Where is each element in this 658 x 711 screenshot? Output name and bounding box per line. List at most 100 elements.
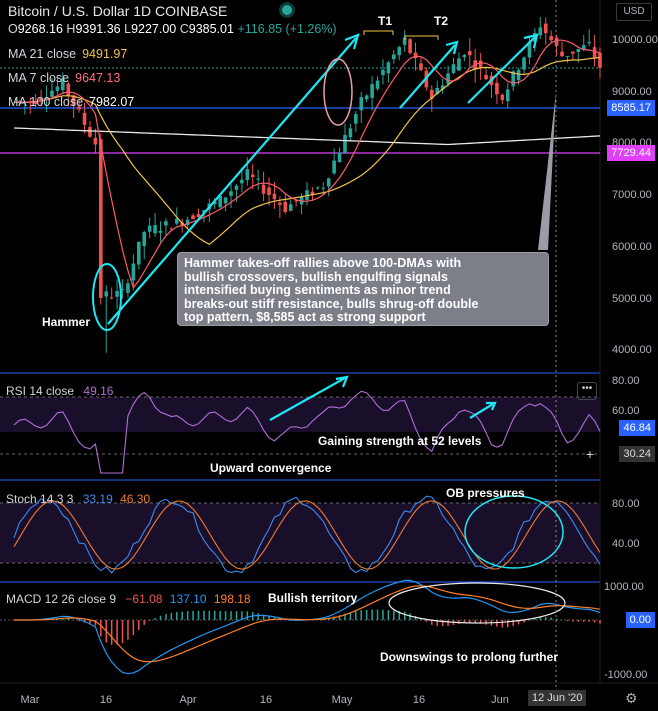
candle-body <box>288 204 293 211</box>
ma100-value: 7982.07 <box>89 95 135 109</box>
candle-body <box>223 197 228 204</box>
ma100-label: MA 100 close <box>8 95 84 109</box>
close-value: 9385.01 <box>188 22 234 36</box>
annotation-line: top pattern, $8,585 act as strong suppor… <box>184 310 426 324</box>
ma21-legend[interactable]: MA 21 close 9491.97 <box>8 47 127 61</box>
candle-body <box>147 225 152 232</box>
price-tick-label: 7000.00 <box>612 189 652 201</box>
candle-body <box>93 137 98 145</box>
candle-body <box>283 201 288 213</box>
upward-label: Upward convergence <box>210 461 332 475</box>
callout-pointer <box>538 92 556 250</box>
candle-body <box>505 89 510 102</box>
arrow-3 <box>467 36 536 104</box>
candle-body <box>55 86 60 91</box>
currency-button[interactable]: USD <box>616 3 652 21</box>
price-tick-label: 6000.00 <box>612 241 652 253</box>
candle-body <box>462 55 467 58</box>
date-tick-label: Jun <box>491 694 509 706</box>
macd-tick-label: 1000.00 <box>604 581 644 593</box>
candle-body <box>560 51 564 57</box>
candle-body <box>104 291 109 297</box>
candle-body <box>397 47 402 56</box>
settings-gear-icon[interactable]: ⚙ <box>625 690 638 707</box>
ma100-legend[interactable]: MA 100 close 7982.07 <box>8 95 134 109</box>
candle-body <box>495 82 499 95</box>
candle-body <box>549 36 553 41</box>
candle-body <box>256 178 260 180</box>
stoch-legend[interactable]: Stoch 14 3 3 33.19 46.30 <box>6 492 150 506</box>
bullish-label: Bullish territory <box>268 591 358 605</box>
ma7-value: 9647.13 <box>75 71 121 85</box>
macd-tick-label: -1000.00 <box>604 669 647 681</box>
candle-body <box>370 84 374 98</box>
candle-body <box>250 174 255 177</box>
candle-body <box>261 184 266 194</box>
candle-body <box>191 215 195 220</box>
candle-body <box>348 128 353 138</box>
candle-body <box>82 112 87 125</box>
annotation-line: bullish crossovers, bullish engulfing si… <box>184 269 448 284</box>
candle-body <box>316 187 320 189</box>
date-tick-label: Apr <box>179 694 196 706</box>
macd-ellipse <box>388 582 566 624</box>
hammer-label: Hammer <box>42 315 91 329</box>
annotation-line: intensified buying sentiments as minor t… <box>184 283 451 297</box>
candle-body <box>332 160 336 174</box>
ohlc-row: O9268.16 H9391.36 L9227.00 C9385.01 +116… <box>8 22 337 36</box>
candle-body <box>115 290 119 297</box>
annotation-line: breaks-out stiff resistance, bulls shrug… <box>184 296 479 311</box>
candle-body <box>565 56 570 58</box>
date-cursor-tag: 12 Jun '20 <box>528 690 587 706</box>
t1-bracket <box>363 30 394 35</box>
rsi-tick-label: 60.00 <box>612 405 640 417</box>
candle-body <box>364 95 369 100</box>
rsi-tick-label: 80.00 <box>612 375 640 387</box>
candle-body <box>386 62 391 74</box>
candle-body <box>245 169 250 181</box>
candle-body <box>136 241 141 265</box>
macd-legend[interactable]: MACD 12 26 close 9 −61.08 137.10 198.18 <box>6 592 251 606</box>
more-options-button[interactable]: ••• <box>577 382 597 400</box>
price-tick-label: 9000.00 <box>612 86 652 98</box>
candle-body <box>467 51 472 56</box>
candle-body <box>158 230 163 233</box>
date-tick-label: May <box>332 694 353 706</box>
date-tick-label: 16 <box>100 694 112 706</box>
macd-line-value: 137.10 <box>169 592 207 606</box>
candle-body <box>413 52 418 59</box>
add-button[interactable]: + <box>583 447 597 461</box>
candle-body <box>88 127 92 137</box>
low-value: 9227.00 <box>131 22 177 36</box>
candle-body <box>392 54 396 60</box>
candle-body <box>196 213 201 217</box>
rsi-value: 49.16 <box>83 384 114 398</box>
ma7-legend[interactable]: MA 7 close 9647.13 <box>8 71 120 85</box>
rsi-legend[interactable]: RSI 14 close 49.16 <box>6 384 113 398</box>
high-value: 9391.36 <box>75 22 121 36</box>
candle-body <box>321 187 326 189</box>
candle-body <box>408 39 412 53</box>
candle-body <box>234 185 239 190</box>
candle-body <box>99 139 103 298</box>
candle-body <box>354 114 358 124</box>
candle-body <box>267 187 271 195</box>
candle-body <box>375 80 380 89</box>
rsi-note-label: Gaining strength at 52 levels <box>318 434 482 448</box>
t1-label: T1 <box>378 14 393 28</box>
candle-body <box>571 51 575 54</box>
market-status-dot <box>282 5 292 15</box>
candle-body <box>164 221 168 226</box>
candle-body <box>153 225 157 234</box>
date-tick-label: 16 <box>413 694 425 706</box>
stoch-band <box>0 503 600 563</box>
candle-body <box>240 179 244 184</box>
candle-body <box>272 193 277 200</box>
stoch-tick-label: 80.00 <box>612 498 640 510</box>
stoch-tick-label: 40.00 <box>612 538 640 550</box>
chart-title: Bitcoin / U.S. Dollar 1D COINBASE <box>8 3 228 19</box>
price-tick-label: 4000.00 <box>612 344 652 356</box>
candle-body <box>576 48 581 53</box>
candle-body <box>522 57 526 70</box>
price-tick-label: 5000.00 <box>612 293 652 305</box>
